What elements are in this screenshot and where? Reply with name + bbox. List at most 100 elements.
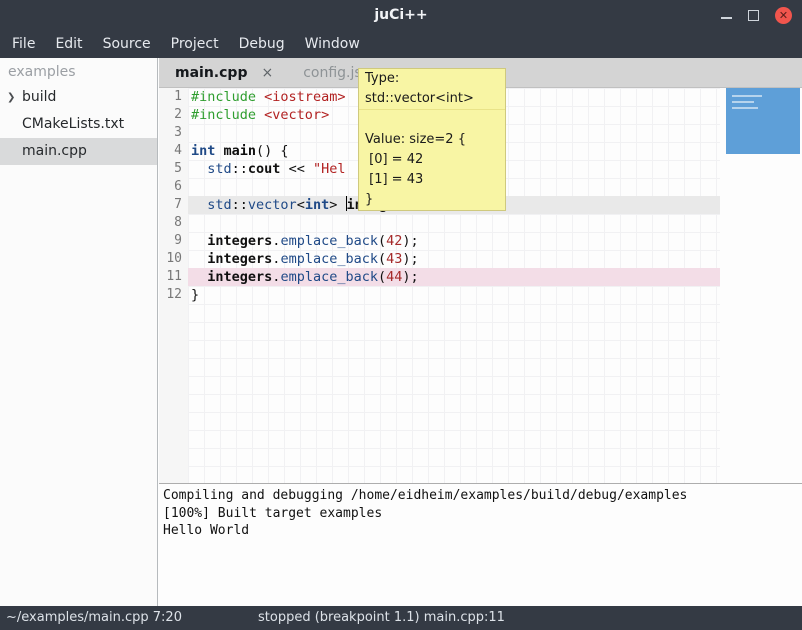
minimap-mark — [732, 95, 762, 97]
file-tree: ❯ build CMakeLists.txt main.cpp — [0, 84, 157, 165]
token: 43 — [386, 251, 402, 267]
tree-item-label: main.cpp — [22, 143, 87, 159]
tab-label: main.cpp — [175, 65, 247, 81]
token — [191, 251, 207, 267]
menu-source[interactable]: Source — [93, 30, 161, 58]
terminal-line: Compiling and debugging /home/eidheim/ex… — [163, 487, 798, 505]
line-number: 9 — [159, 232, 188, 250]
token: > — [329, 197, 345, 213]
menu-debug[interactable]: Debug — [229, 30, 295, 58]
line-number: 6 — [159, 178, 188, 196]
code-line[interactable]: 8 — [159, 214, 802, 232]
token: ); — [402, 269, 418, 285]
window-title: juCi++ — [0, 0, 802, 30]
tab-main-cpp[interactable]: main.cpp × — [159, 58, 287, 87]
line-number: 10 — [159, 250, 188, 268]
menu-edit[interactable]: Edit — [45, 30, 92, 58]
token: cout — [248, 161, 281, 177]
token: #include — [191, 107, 256, 123]
juci-window: juCi++ ✕ FileEditSourceProjectDebugWindo… — [0, 0, 802, 630]
token: << — [280, 161, 313, 177]
status-file-position: ~/examples/main.cpp 7:20 — [6, 606, 182, 630]
terminal-output[interactable]: Compiling and debugging /home/eidheim/ex… — [159, 483, 802, 606]
menu-project[interactable]: Project — [161, 30, 229, 58]
code-line[interactable]: 12} — [159, 286, 802, 304]
code-line[interactable]: 10 integers.emplace_back(43); — [159, 250, 802, 268]
close-icon[interactable]: ✕ — [775, 7, 792, 24]
token: integers — [207, 233, 272, 249]
line-number: 1 — [159, 88, 188, 106]
token: int — [191, 143, 215, 159]
code-text: integers.emplace_back(42); — [188, 232, 419, 250]
tree-item-main.cpp[interactable]: main.cpp — [0, 138, 157, 165]
token: integers — [207, 251, 272, 267]
token: integers — [207, 269, 272, 285]
token: main — [224, 143, 257, 159]
tooltip-line: [1] = 43 — [359, 170, 505, 190]
minimap-mark — [732, 101, 754, 103]
status-bar: ~/examples/main.cpp 7:20 stopped (breakp… — [0, 606, 802, 630]
token: std — [207, 197, 231, 213]
token: ( — [378, 269, 386, 285]
tooltip-line: [0] = 42 — [359, 150, 505, 170]
line-number: 5 — [159, 160, 188, 178]
code-line[interactable]: 11 integers.emplace_back(44); — [159, 268, 802, 286]
file-tree-panel: examples ❯buildCMakeLists.txtmain.cpp — [0, 58, 158, 606]
line-number: 2 — [159, 106, 188, 124]
line-number: 4 — [159, 142, 188, 160]
token: } — [191, 287, 199, 303]
code-text — [188, 214, 191, 232]
token — [191, 197, 207, 213]
minimize-icon[interactable] — [721, 17, 732, 19]
terminal-line: [100%] Built target examples — [163, 505, 798, 523]
tooltip-line — [359, 110, 505, 130]
code-text — [188, 178, 191, 196]
token: <iostream> — [264, 89, 345, 105]
status-debug-state: stopped (breakpoint 1.1) main.cpp:11 — [258, 606, 505, 630]
token: emplace_back — [280, 269, 378, 285]
token — [215, 143, 223, 159]
tree-item-label: build — [22, 89, 56, 105]
token: () { — [256, 143, 289, 159]
token: ); — [402, 233, 418, 249]
code-text: #include <vector> — [188, 106, 329, 124]
tab-close-icon[interactable]: × — [261, 65, 273, 81]
terminal-line: Hello World — [163, 522, 798, 540]
token — [256, 107, 264, 123]
tree-item-build[interactable]: ❯ build — [0, 84, 157, 111]
line-number: 3 — [159, 124, 188, 142]
token: int — [305, 197, 329, 213]
line-number: 7 — [159, 196, 188, 214]
code-text: } — [188, 286, 199, 304]
line-number: 12 — [159, 286, 188, 304]
code-line[interactable]: 9 integers.emplace_back(42); — [159, 232, 802, 250]
maximize-icon[interactable] — [748, 10, 759, 21]
token: 42 — [386, 233, 402, 249]
chevron-right-icon[interactable]: ❯ — [7, 84, 15, 111]
token: "Hel — [313, 161, 346, 177]
code-text: #include <iostream> — [188, 88, 345, 106]
tooltip-line: } — [359, 190, 505, 210]
menu-window[interactable]: Window — [295, 30, 370, 58]
token: ( — [378, 251, 386, 267]
tooltip-value-lines: Value: size=2 { [0] = 42 [1] = 43} — [359, 110, 505, 210]
line-number: 8 — [159, 214, 188, 232]
token: emplace_back — [280, 233, 378, 249]
token: :: — [232, 197, 248, 213]
debug-value-tooltip: Type: std::vector<int> Value: size=2 { [… — [358, 68, 506, 211]
menu-file[interactable]: File — [2, 30, 45, 58]
token — [191, 161, 207, 177]
scroll-overview-box[interactable] — [726, 88, 800, 154]
titlebar: juCi++ ✕ — [0, 0, 802, 30]
tree-item-cmakelists.txt[interactable]: CMakeLists.txt — [0, 111, 157, 138]
code-text: integers.emplace_back(44); — [188, 268, 419, 286]
token: #include — [191, 89, 256, 105]
code-text — [188, 124, 191, 142]
window-controls: ✕ — [721, 0, 792, 30]
tree-item-label: CMakeLists.txt — [22, 116, 124, 132]
code-text: integers.emplace_back(43); — [188, 250, 419, 268]
code-text: int main() { — [188, 142, 289, 160]
token: :: — [232, 161, 248, 177]
menubar: FileEditSourceProjectDebugWindow — [0, 30, 802, 58]
tooltip-line: Value: size=2 { — [359, 130, 505, 150]
